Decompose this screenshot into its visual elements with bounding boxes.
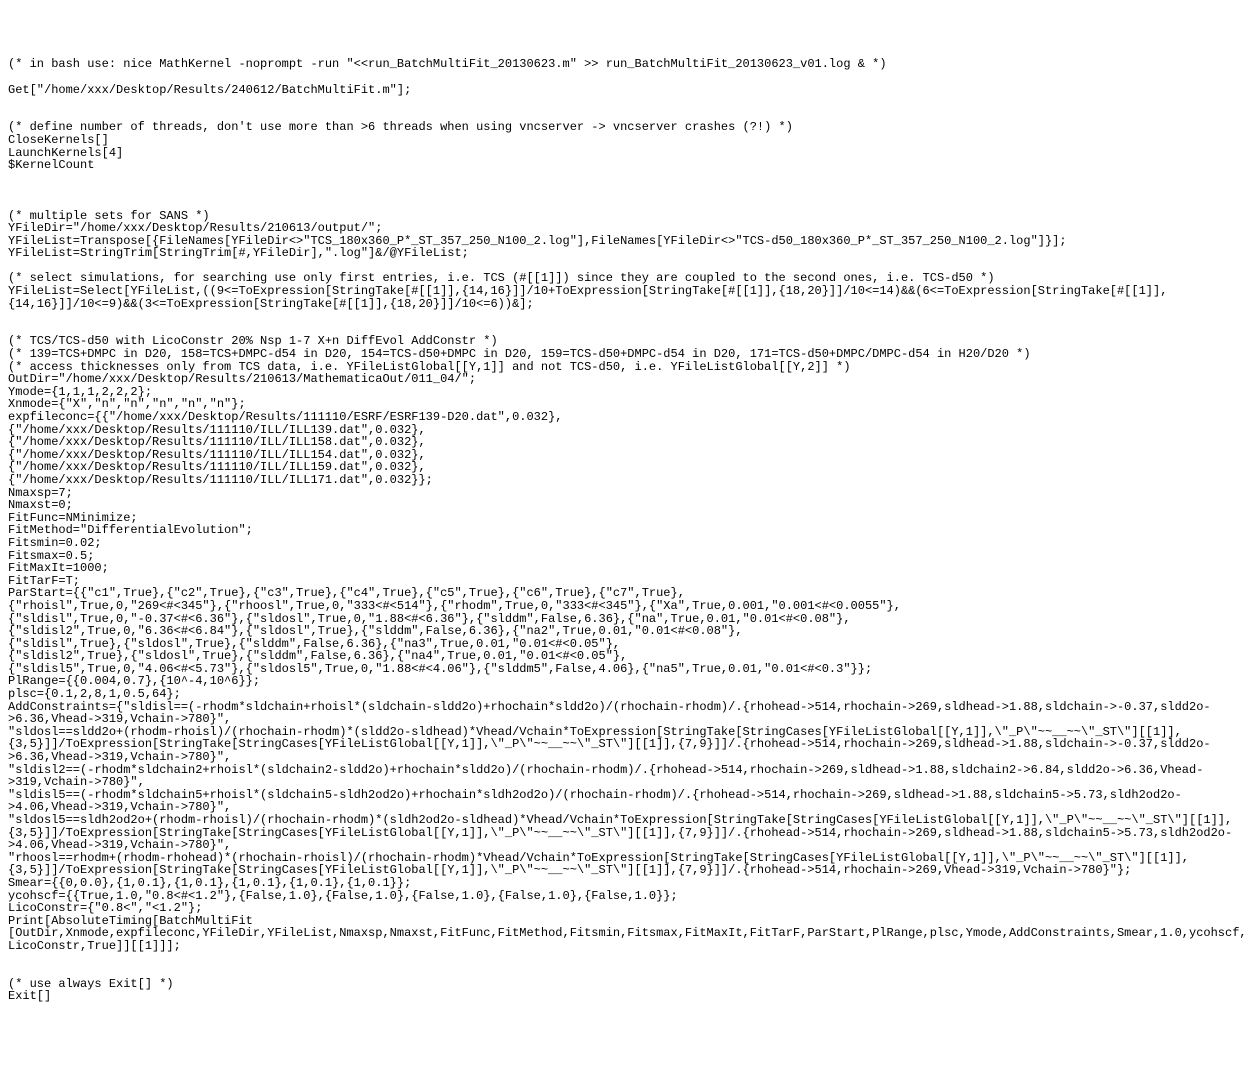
code-content: (* in bash use: nice MathKernel -nopromp… xyxy=(8,58,1250,1003)
